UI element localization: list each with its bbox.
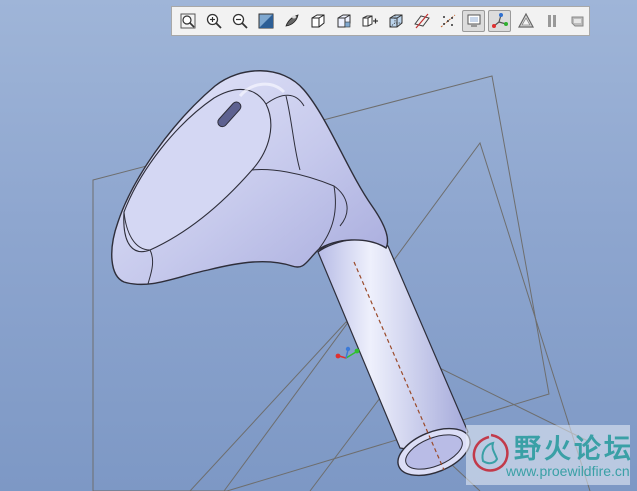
model-viewport[interactable]	[0, 0, 637, 491]
wireframe-icon	[389, 14, 402, 28]
datum-axes-button[interactable]	[436, 10, 459, 32]
hidden-line-icon	[337, 14, 350, 28]
forum-watermark: 野火论坛 www.proewildfire.cn	[466, 425, 631, 485]
repaint-button[interactable]	[254, 10, 277, 32]
pause-icon	[547, 15, 556, 27]
datum-planes-button[interactable]	[410, 10, 433, 32]
shaded-edges-button[interactable]	[306, 10, 329, 32]
repaint-icon	[258, 13, 273, 29]
datum-points-button[interactable]	[462, 10, 485, 32]
spin-center-button[interactable]	[566, 10, 589, 32]
shading-icon	[284, 14, 299, 27]
datum-points-icon	[467, 14, 480, 27]
no-hidden-button[interactable]	[358, 10, 381, 32]
zoom-in-icon	[206, 13, 222, 29]
coordinate-system-icon	[491, 13, 508, 28]
spin-center-icon	[571, 16, 583, 27]
zoom-in-button[interactable]	[202, 10, 225, 32]
watermark-title: 野火论坛	[514, 434, 634, 465]
zoom-out-button[interactable]	[228, 10, 251, 32]
shading-button[interactable]	[280, 10, 303, 32]
view-toolbar	[171, 6, 590, 36]
wireframe-button[interactable]	[384, 10, 407, 32]
zoom-fit-icon	[180, 13, 195, 29]
coordinate-system-triad[interactable]	[335, 346, 360, 359]
zoom-out-icon	[232, 13, 248, 29]
refit-button[interactable]	[176, 10, 199, 32]
watermark-url: www.proewildfire.cn	[506, 463, 630, 479]
datum-axes-icon	[440, 14, 455, 28]
annotation-icon	[517, 12, 534, 28]
shaded-edges-icon	[311, 14, 324, 28]
annotations-button[interactable]	[514, 10, 537, 32]
coordinate-systems-button[interactable]	[488, 10, 511, 32]
hidden-line-button[interactable]	[332, 10, 355, 32]
pause-button[interactable]	[540, 10, 563, 32]
handle-stem[interactable]	[317, 235, 469, 450]
no-hidden-icon	[362, 15, 378, 27]
datum-planes-icon	[413, 13, 430, 29]
